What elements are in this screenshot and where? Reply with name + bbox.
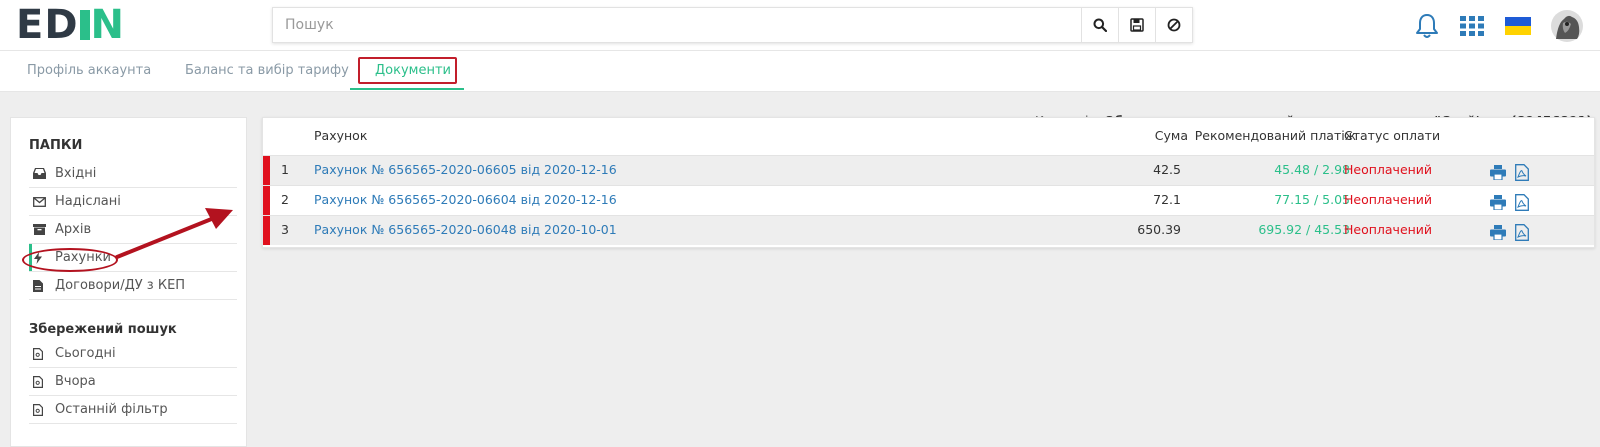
annotation-arrow	[115, 208, 233, 259]
